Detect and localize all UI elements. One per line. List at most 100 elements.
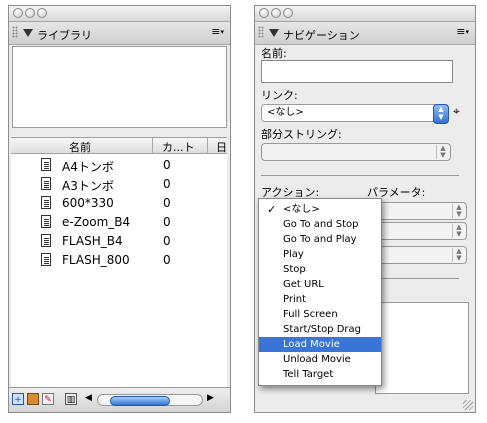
navigation-header: ナビゲーション ≡▾ [255, 22, 475, 45]
menu-item-label: Start/Stop Drag [283, 324, 361, 335]
item-name: FLASH_B4 [62, 234, 123, 248]
list-item[interactable]: A3トンボ 0 [11, 175, 227, 194]
document-icon [41, 196, 51, 209]
item-count: 0 [163, 158, 171, 172]
panel-menu-icon[interactable]: ≡▾ [211, 26, 224, 37]
list-item[interactable]: e-Zoom_B4 0 [11, 213, 227, 232]
item-name: e-Zoom_B4 [62, 215, 131, 229]
menu-item-label: Unload Movie [283, 354, 351, 365]
scroll-right-icon[interactable]: ▶ [207, 393, 214, 403]
link-select-value: <なし> [267, 107, 304, 118]
zoom-icon[interactable] [283, 8, 293, 18]
zoom-icon[interactable] [37, 8, 47, 18]
document-icon [41, 253, 51, 266]
parameter-arrows-icon[interactable]: ▲ ▼ [452, 204, 465, 218]
link-select[interactable]: <なし> ▲ ▼ [261, 104, 449, 124]
menu-item-none[interactable]: ✓ <なし> [259, 202, 381, 217]
column-date[interactable]: 日 [216, 139, 227, 155]
parameter-select-2[interactable]: ▲ ▼ [375, 222, 467, 240]
delete-icon[interactable]: ▥ [65, 393, 77, 405]
item-count: 0 [163, 215, 171, 229]
column-count[interactable]: カ...ト [162, 139, 195, 155]
symbol-list[interactable]: 名前 カ...ト 日 A4トンボ 0 A3トンボ 0 600*330 0 e-Z… [11, 137, 227, 390]
minimize-icon[interactable] [25, 8, 35, 18]
drag-grip-icon[interactable] [12, 26, 18, 38]
parameter-select-3[interactable]: ▲ ▼ [375, 246, 467, 264]
menu-item-goto-play[interactable]: Go To and Play [259, 232, 381, 247]
menu-item-label: Load Movie [283, 339, 340, 350]
item-name: A4トンボ [62, 160, 114, 174]
menu-item-start-stop-drag[interactable]: Start/Stop Drag [259, 322, 381, 337]
menu-item-load-movie[interactable]: Load Movie [259, 337, 381, 352]
item-count: 0 [163, 196, 171, 210]
new-folder-icon[interactable] [27, 393, 39, 405]
menu-item-print[interactable]: Print [259, 292, 381, 307]
name-label: 名前: [261, 47, 287, 60]
item-name: A3トンボ [62, 179, 114, 193]
substring-arrows-icon[interactable]: ▲ ▼ [436, 145, 449, 159]
library-panel: ライブラリ ≡▾ 名前 カ...ト 日 A4トンボ 0 A3トンボ 0 600*… [8, 5, 231, 413]
link-label: リンク: [261, 89, 298, 102]
list-column-header: 名前 カ...ト 日 [11, 138, 227, 154]
menu-item-label: Print [283, 294, 307, 305]
navigation-title: ナビゲーション [283, 29, 360, 42]
checkmark-icon: ✓ [267, 203, 277, 216]
collapse-triangle-icon[interactable] [269, 29, 279, 37]
library-header: ライブラリ ≡▾ [9, 22, 230, 45]
parameter-select-1[interactable]: ▲ ▼ [375, 202, 467, 220]
menu-item-label: Full Screen [283, 309, 338, 320]
menu-item-play[interactable]: Play [259, 247, 381, 262]
divider [375, 278, 459, 279]
item-count: 0 [163, 177, 171, 191]
menu-item-label: Tell Target [283, 369, 334, 380]
navigation-titlebar [255, 6, 475, 22]
substring-select[interactable]: ▲ ▼ [261, 143, 451, 161]
panel-menu-icon[interactable]: ≡▾ [456, 26, 469, 37]
parameter-arrows-icon[interactable]: ▲ ▼ [452, 224, 465, 238]
action-popup-menu[interactable]: ✓ <なし> Go To and Stop Go To and Play Play… [258, 198, 382, 386]
item-count: 0 [163, 234, 171, 248]
menu-item-stop[interactable]: Stop [259, 262, 381, 277]
menu-item-label: Go To and Stop [283, 219, 359, 230]
document-icon [41, 215, 51, 228]
new-symbol-icon[interactable]: + [12, 393, 24, 405]
link-select-arrows-icon[interactable]: ▲ ▼ [433, 104, 449, 124]
collapse-triangle-icon[interactable] [23, 29, 33, 37]
library-title: ライブラリ [37, 29, 92, 42]
menu-item-get-url[interactable]: Get URL [259, 277, 381, 292]
scroll-left-icon[interactable]: ◀ [85, 393, 92, 403]
menu-item-goto-stop[interactable]: Go To and Stop [259, 217, 381, 232]
list-item[interactable]: FLASH_B4 0 [11, 232, 227, 251]
menu-item-label: Go To and Play [283, 234, 357, 245]
item-name: FLASH_800 [62, 253, 130, 267]
close-icon[interactable] [13, 8, 23, 18]
menu-item-label: Play [283, 249, 304, 260]
library-titlebar [9, 6, 230, 22]
menu-item-label: Get URL [283, 279, 324, 290]
close-icon[interactable] [259, 8, 269, 18]
document-icon [41, 234, 51, 247]
minimize-icon[interactable] [271, 8, 281, 18]
substring-label: 部分ストリング: [261, 128, 342, 141]
drag-grip-icon[interactable] [258, 26, 264, 38]
name-field[interactable] [261, 60, 453, 83]
menu-item-full-screen[interactable]: Full Screen [259, 307, 381, 322]
menu-item-tell-target[interactable]: Tell Target [259, 367, 381, 382]
horizontal-scrollbar[interactable] [97, 394, 203, 406]
document-icon [41, 177, 51, 190]
script-textarea[interactable] [375, 302, 469, 394]
list-item[interactable]: FLASH_800 0 [11, 251, 227, 270]
menu-item-label: <なし> [283, 204, 320, 215]
resize-grip-icon[interactable] [463, 400, 473, 410]
properties-icon[interactable]: ✎ [42, 393, 54, 405]
column-name[interactable]: 名前 [69, 139, 91, 155]
parameter-arrows-icon[interactable]: ▲ ▼ [452, 248, 465, 262]
link-target-icon[interactable]: ⌖ [453, 104, 460, 119]
item-count: 0 [163, 253, 171, 267]
divider [261, 175, 459, 176]
menu-item-label: Stop [283, 264, 306, 275]
menu-item-unload-movie[interactable]: Unload Movie [259, 352, 381, 367]
list-item[interactable]: 600*330 0 [11, 194, 227, 213]
scroll-thumb[interactable] [110, 396, 170, 406]
list-item[interactable]: A4トンボ 0 [11, 156, 227, 175]
